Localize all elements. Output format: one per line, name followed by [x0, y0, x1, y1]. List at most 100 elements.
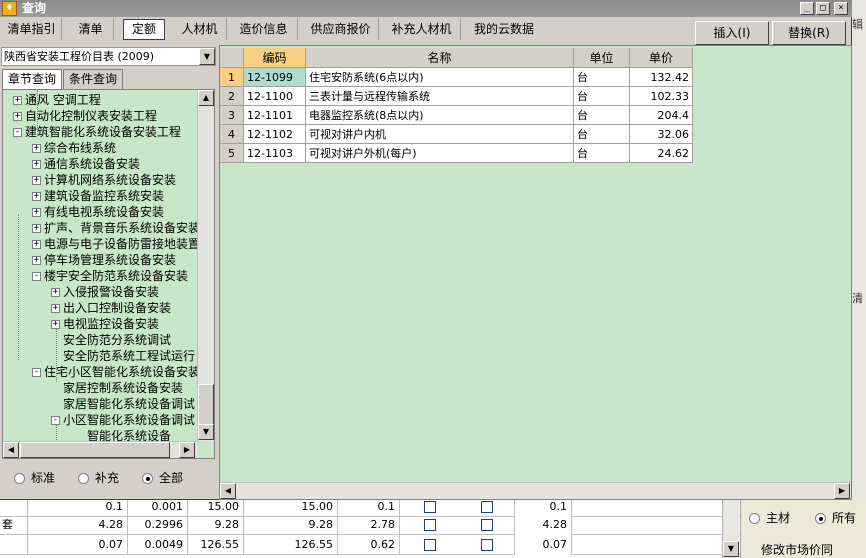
expand-icon[interactable]: + [51, 304, 60, 313]
query-tabs: 清单指引 清单 定额 人材机 造价信息 供应商报价 补充人材机 我的云数据 [0, 18, 690, 42]
side-text-a: 辑 [852, 18, 863, 31]
expand-icon[interactable]: + [32, 144, 41, 153]
expand-icon[interactable]: + [32, 224, 41, 233]
row-checkbox[interactable] [481, 519, 493, 531]
background-row: 0.07 0.0049 126.55 126.55 0.62 0.07 [0, 535, 740, 555]
row-checkbox[interactable] [424, 539, 436, 551]
expand-icon[interactable]: + [32, 192, 41, 201]
expand-icon[interactable]: + [32, 160, 41, 169]
background-row: 套 4.28 0.2996 9.28 9.28 2.78 4.28 [0, 515, 740, 535]
tree-node[interactable]: + 计算机网络系统设备安装 [32, 172, 176, 188]
header-code[interactable]: 编码 [244, 48, 306, 68]
tree-node[interactable]: + 通风 空调工程 [13, 92, 101, 108]
expand-icon[interactable]: + [32, 208, 41, 217]
expand-icon[interactable]: + [51, 320, 60, 329]
filter-radio-group: 标准 补充 全部 [0, 465, 216, 495]
tree-vertical-scrollbar[interactable]: ▲ ▼ [197, 90, 214, 441]
minimize-icon[interactable]: _ [800, 2, 814, 15]
tab-supplier-quote[interactable]: 供应商报价 [303, 18, 379, 40]
scroll-down-icon[interactable]: ▼ [198, 424, 214, 440]
tree-node[interactable]: + 通信系统设备安装 [32, 156, 140, 172]
quota-table: 编码 名称 单位 单价 1 12-1099 住宅安防系统(6点以内) 台 132… [219, 45, 852, 500]
title-bar[interactable]: ♦ 查询 _ □ × [0, 0, 852, 17]
tree-node[interactable]: 安全防范分系统调试 [63, 332, 171, 348]
tree-node[interactable]: + 建筑设备监控系统安装 [32, 188, 164, 204]
expand-icon[interactable]: + [13, 96, 22, 105]
tree-node[interactable]: + 电视监控设备安装 [51, 316, 159, 332]
left-panel: 陕西省安装工程价目表 (2009) ▼ 章节查询 条件查询 + 通风 空调工程 +… [0, 45, 218, 500]
scroll-up-icon[interactable]: ▲ [198, 90, 214, 106]
window-title: 查询 [22, 1, 47, 15]
expand-icon[interactable]: + [32, 256, 41, 265]
tree-node[interactable]: - 楼宇安全防范系统设备安装 [32, 268, 188, 284]
subtab-chapter-query[interactable]: 章节查询 [2, 69, 62, 90]
tree-node[interactable]: + 入侵报警设备安装 [51, 284, 159, 300]
background-vertical-scrollbar[interactable]: ▼ [722, 497, 739, 558]
background-side-strip: 辑 清 [852, 0, 866, 497]
tree-node[interactable]: + 电源与电子设备防雷接地装置 [32, 236, 200, 252]
radio-all-materials[interactable]: 所有 [815, 509, 856, 526]
row-checkbox[interactable] [424, 519, 436, 531]
scroll-down-icon[interactable]: ▼ [723, 541, 739, 557]
tree-horizontal-scrollbar[interactable]: ◀ ▶ [3, 441, 197, 458]
collapse-icon[interactable]: - [32, 368, 41, 377]
tree-node[interactable]: + 有线电视系统设备安装 [32, 204, 164, 220]
header-index [220, 48, 244, 68]
catalog-value: 陕西省安装工程价目表 (2009) [4, 50, 155, 63]
expand-icon[interactable]: + [32, 240, 41, 249]
tab-quota[interactable]: 定额 [123, 19, 165, 40]
tree-node[interactable]: - 小区智能化系统设备调试 [51, 412, 195, 428]
scroll-right-icon[interactable]: ▶ [834, 483, 850, 499]
tab-labor-material-machine[interactable]: 人材机 [173, 18, 227, 40]
close-icon[interactable]: × [834, 2, 848, 15]
header-price[interactable]: 单价 [630, 48, 693, 68]
modify-market-price-label[interactable]: 修改市场价同 [761, 541, 833, 558]
tab-supplementary-lmm[interactable]: 补充人材机 [383, 18, 461, 40]
insert-button[interactable]: 插入(I) [695, 21, 769, 45]
row-checkbox[interactable] [481, 501, 493, 513]
tree-node[interactable]: - 建筑智能化系统设备安装工程 [13, 124, 181, 140]
chevron-down-icon[interactable]: ▼ [199, 48, 215, 65]
query-dialog: ♦ 查询 _ □ × 清单指引 清单 定额 人材机 造价信息 供应商报价 补充人… [0, 0, 852, 500]
tree-node[interactable]: + 自动化控制仪表安装工程 [13, 108, 157, 124]
replace-button[interactable]: 替换(R) [772, 21, 846, 45]
catalog-select[interactable]: 陕西省安装工程价目表 (2009) ▼ [1, 47, 216, 66]
background-grid: 0.1 0.001 15.00 15.00 0.1 0.1 套 4.28 0.2… [0, 497, 740, 558]
header-unit[interactable]: 单位 [574, 48, 630, 68]
app-icon: ♦ [2, 1, 17, 16]
expand-icon[interactable]: + [32, 176, 41, 185]
header-name[interactable]: 名称 [306, 48, 574, 68]
row-checkbox[interactable] [481, 539, 493, 551]
radio-all[interactable]: 全部 [142, 471, 183, 485]
scroll-left-icon[interactable]: ◀ [220, 483, 236, 499]
tab-list-guide[interactable]: 清单指引 [2, 18, 62, 40]
radio-supplementary[interactable]: 补充 [78, 471, 119, 485]
background-row: 0.1 0.001 15.00 15.00 0.1 0.1 [0, 497, 740, 517]
tree-node[interactable]: + 停车场管理系统设备安装 [32, 252, 176, 268]
tab-cost-info[interactable]: 造价信息 [230, 18, 298, 40]
scroll-right-icon[interactable]: ▶ [179, 442, 195, 458]
tree-node[interactable]: + 扩声、背景音乐系统设备安装 [32, 220, 200, 236]
collapse-icon[interactable]: - [32, 272, 41, 281]
collapse-icon[interactable]: - [51, 416, 60, 425]
table-horizontal-scrollbar[interactable]: ◀ ▶ [220, 482, 851, 499]
tree-node[interactable]: - 住宅小区智能化系统设备安装 [32, 364, 200, 380]
radio-standard[interactable]: 标准 [14, 471, 55, 485]
tree-node[interactable]: + 出入口控制设备安装 [51, 300, 171, 316]
scroll-thumb[interactable] [20, 442, 170, 458]
tree-node[interactable]: 家居智能化系统设备调试 [63, 396, 195, 412]
collapse-icon[interactable]: - [13, 128, 22, 137]
scroll-left-icon[interactable]: ◀ [3, 442, 19, 458]
expand-icon[interactable]: + [51, 288, 60, 297]
maximize-icon[interactable]: □ [816, 2, 830, 15]
tab-list[interactable]: 清单 [68, 18, 114, 40]
tree-node[interactable]: + 综合布线系统 [32, 140, 116, 156]
tree-node[interactable]: 安全防范系统工程试运行 [63, 348, 195, 364]
radio-main-material[interactable]: 主材 [749, 509, 790, 526]
tab-my-cloud-data[interactable]: 我的云数据 [465, 18, 543, 40]
row-checkbox[interactable] [424, 501, 436, 513]
tree-node[interactable]: 家居控制系统设备安装 [63, 380, 183, 396]
side-text-b: 清 [852, 292, 863, 305]
expand-icon[interactable]: + [13, 112, 22, 121]
subtab-condition-query[interactable]: 条件查询 [63, 69, 123, 89]
